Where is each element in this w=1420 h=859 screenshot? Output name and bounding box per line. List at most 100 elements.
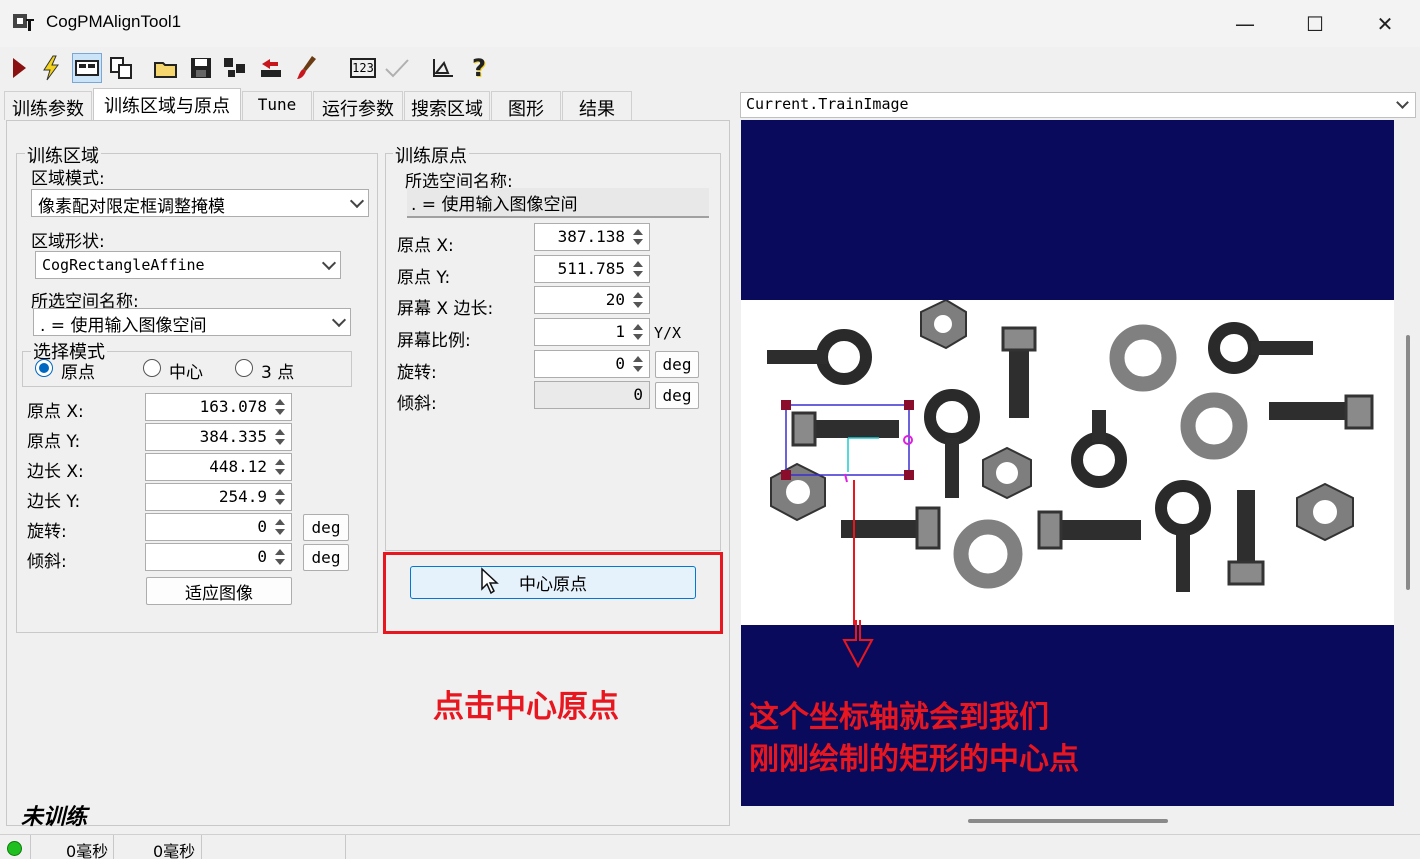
network-icon (224, 58, 245, 77)
region-shape-select[interactable]: CogRectangleAffine (35, 251, 341, 279)
brush-button[interactable] (292, 53, 322, 83)
screen-x-length-label: 屏幕 X 边长: (397, 299, 494, 319)
origin-x-input[interactable]: 163.078 (145, 393, 292, 421)
screen-x-length-input[interactable]: 20 (534, 286, 650, 314)
origin-y-value: 384.335 (199, 427, 267, 446)
tab-results[interactable]: 结果 (562, 91, 632, 120)
radio-origin-label: 原点 (61, 363, 95, 383)
center-origin-button[interactable]: 中心原点 (410, 566, 696, 599)
origin-x-label: 原点 X: (27, 402, 84, 422)
skew-value: 0 (257, 547, 267, 566)
origin-space-value: . = 使用输入图像空间 (411, 195, 578, 215)
open-button[interactable] (152, 53, 182, 83)
torigin-skew-deg-button[interactable]: deg (655, 382, 699, 409)
spinner-icon[interactable] (271, 546, 289, 568)
show-button[interactable] (72, 53, 102, 83)
show-icon (75, 60, 99, 76)
network-button[interactable] (220, 53, 250, 83)
fit-image-button[interactable]: 适应图像 (146, 577, 292, 605)
rotation-deg-button[interactable]: deg (303, 514, 349, 541)
cursor-icon (481, 567, 499, 595)
region-shape-value: CogRectangleAffine (42, 256, 205, 274)
length-y-label: 边长 Y: (27, 492, 81, 512)
import-button[interactable] (256, 53, 286, 83)
torigin-rotation-input[interactable]: 0 (534, 350, 650, 378)
torigin-rotation-deg-button[interactable]: deg (655, 351, 699, 378)
screen-ratio-input[interactable]: 1 (534, 318, 650, 346)
length-x-input[interactable]: 448.12 (145, 453, 292, 481)
save-button[interactable] (186, 53, 216, 83)
spinner-icon[interactable] (629, 353, 647, 375)
minimize-button[interactable]: — (1210, 0, 1280, 47)
spinner-icon[interactable] (271, 486, 289, 508)
region-mode-value: 像素配对限定框调整掩模 (38, 197, 225, 217)
torigin-y-input[interactable]: 511.785 (534, 255, 650, 283)
brush-icon (297, 56, 316, 79)
save-icon (191, 58, 211, 78)
ratio-unit-label: Y/X (654, 324, 682, 342)
rotation-input[interactable]: 0 (145, 513, 292, 541)
vertical-scrollbar[interactable] (1406, 335, 1410, 590)
screen-ratio-value: 1 (615, 322, 625, 341)
length-y-value: 254.9 (218, 487, 267, 506)
torigin-skew-value: 0 (633, 385, 643, 404)
region-space-select[interactable]: . = 使用输入图像空间 (33, 308, 351, 336)
length-x-label: 边长 X: (27, 462, 84, 482)
ruler-icon (433, 59, 453, 77)
check-button[interactable] (382, 53, 412, 83)
run-button[interactable] (4, 53, 34, 83)
region-space-value: . = 使用输入图像空间 (40, 316, 207, 336)
region-mode-select[interactable]: 像素配对限定框调整掩模 (31, 189, 369, 217)
tab-run-params[interactable]: 运行参数 (313, 91, 403, 120)
spinner-icon[interactable] (629, 226, 647, 248)
maximize-button[interactable]: ☐ (1280, 0, 1350, 47)
spinner-icon[interactable] (271, 426, 289, 448)
close-button[interactable]: ✕ (1350, 0, 1420, 47)
torigin-skew-input[interactable]: 0 (534, 381, 650, 409)
spinner-icon[interactable] (629, 321, 647, 343)
origin-axes (847, 437, 879, 472)
spinner-icon[interactable] (271, 456, 289, 478)
click-hint-annotation: 点击中心原点 (433, 689, 619, 725)
spinner-icon[interactable] (629, 289, 647, 311)
screen-x-length-value: 20 (605, 290, 625, 309)
help-button[interactable]: ? (464, 53, 494, 83)
spinner-icon[interactable] (271, 396, 289, 418)
import-icon (261, 59, 281, 77)
chevron-down-icon (1396, 96, 1409, 109)
length-y-input[interactable]: 254.9 (145, 483, 292, 511)
tab-graphics[interactable]: 图形 (491, 91, 561, 120)
radio-center[interactable] (143, 359, 161, 377)
radio-center-label: 中心 (169, 363, 203, 383)
spinner-icon[interactable] (271, 516, 289, 538)
radio-3pt[interactable] (235, 359, 253, 377)
tab-tune[interactable]: Tune (242, 91, 312, 120)
tab-train-region[interactable]: 训练区域与原点 (93, 88, 241, 121)
window-title: CogPMAlignTool1 (46, 12, 182, 31)
image-display[interactable]: 这个坐标轴就会到我们 刚刚绘制的矩形的中心点 (741, 120, 1394, 806)
radio-origin[interactable] (35, 359, 53, 377)
torigin-x-value: 387.138 (557, 227, 625, 246)
torigin-x-input[interactable]: 387.138 (534, 223, 650, 251)
note-line2: 刚刚绘制的矩形的中心点 (749, 742, 1079, 777)
note-line1: 这个坐标轴就会到我们 (749, 700, 1049, 735)
train-status-label: 未训练 (21, 804, 88, 830)
rotation-label: 旋转: (27, 522, 67, 542)
chevron-down-icon (331, 312, 347, 328)
chevron-down-icon (349, 193, 365, 209)
skew-input[interactable]: 0 (145, 543, 292, 571)
tab-search-region[interactable]: 搜索区域 (404, 91, 490, 120)
electric-button[interactable] (36, 53, 66, 83)
status-divider (345, 835, 346, 859)
image-selector[interactable]: Current.TrainImage (740, 92, 1416, 118)
spinner-icon[interactable] (629, 258, 647, 280)
ruler-button[interactable] (428, 53, 458, 83)
numbers-button[interactable]: 123 (348, 53, 378, 83)
skew-deg-button[interactable]: deg (303, 544, 349, 571)
tab-train-params[interactable]: 训练参数 (4, 91, 92, 120)
train-image (741, 298, 1394, 805)
origin-y-label: 原点 Y: (27, 432, 81, 452)
origin-y-input[interactable]: 384.335 (145, 423, 292, 451)
horizontal-scrollbar[interactable] (968, 819, 1168, 823)
copy-button[interactable] (106, 53, 136, 83)
